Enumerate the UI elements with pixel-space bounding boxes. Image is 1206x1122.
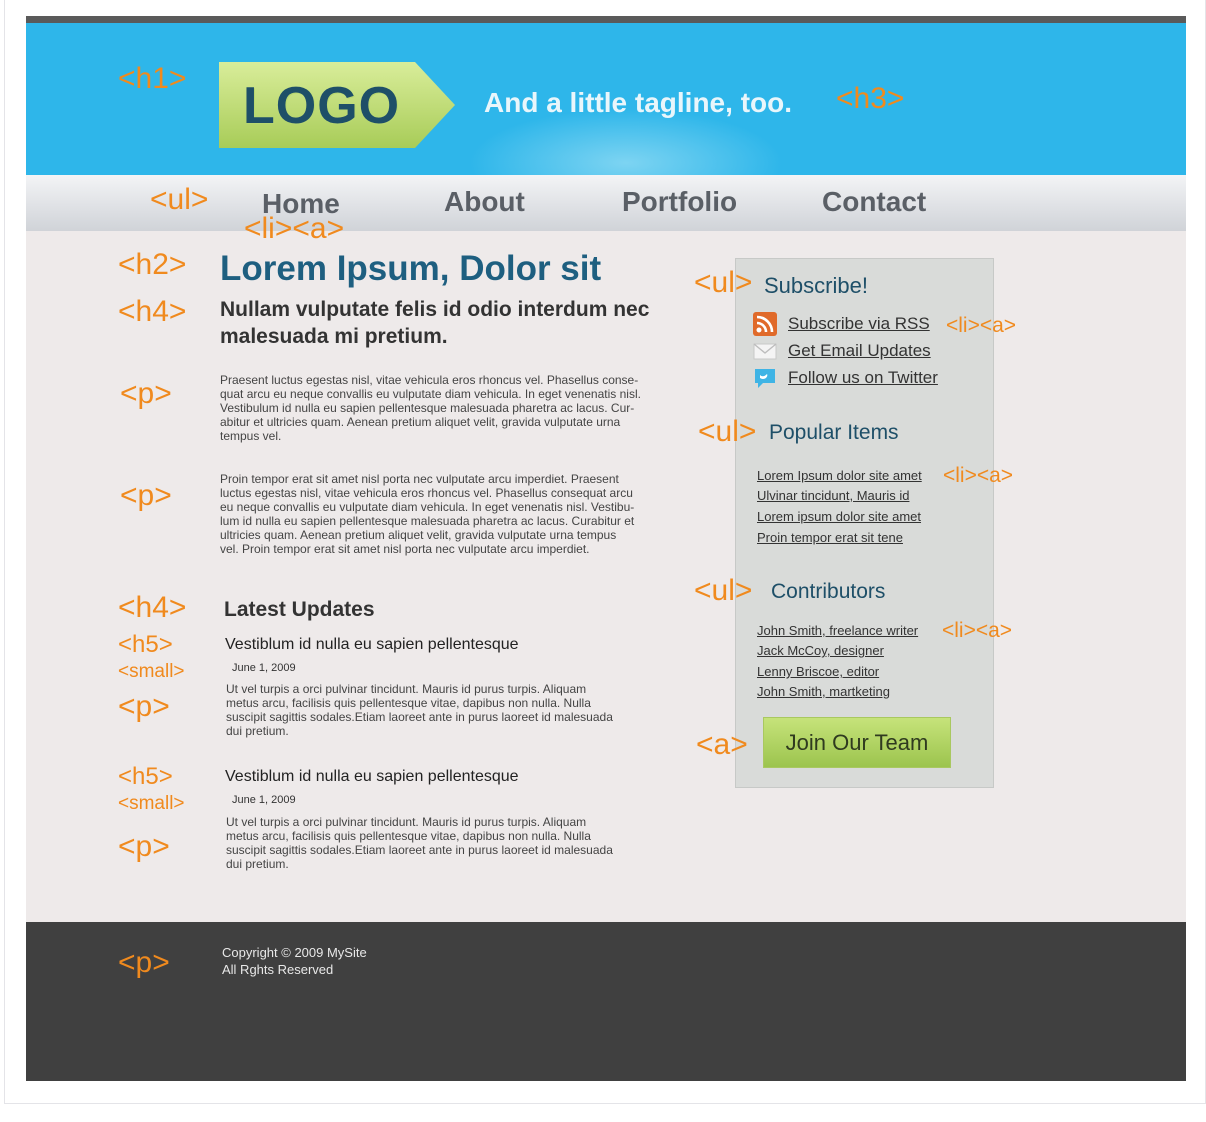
copyright-text: Copyright © 2009 MySite All Rghts Reserv…	[222, 944, 367, 978]
paragraph-line: vel. Proin tempor erat sit amet nisl por…	[220, 542, 590, 556]
paragraph-line: ultricies quam. Aenean pretium aliquet v…	[220, 528, 617, 542]
annotation-li-a: <li><a>	[943, 464, 1014, 487]
sidebar-item-twitter[interactable]: Follow us on Twitter	[753, 366, 938, 390]
paragraph-line: quat arcu eu neque convallis eu vulputat…	[220, 387, 641, 401]
post-body: Ut vel turpis a orci pulvinar tincidunt.…	[226, 815, 696, 871]
contributor-link[interactable]: John Smith, freelance writer	[757, 623, 918, 638]
email-updates-link[interactable]: Get Email Updates	[788, 341, 931, 361]
paragraph-line: Praesent luctus egestas nisl, vitae vehi…	[220, 373, 639, 387]
rss-icon	[753, 312, 777, 336]
popular-item-link[interactable]: Lorem Ipsum dolor site amet	[757, 468, 922, 483]
paragraph-line: luctus egestas nisl, vitae vehicula eros…	[220, 486, 633, 500]
subscribe-heading: Subscribe!	[764, 273, 868, 298]
annotation-h2: <h2>	[118, 248, 187, 281]
main-nav: <ul> Home About Portfolio Contact	[26, 175, 1186, 231]
page-title: Lorem Ipsum, Dolor sit	[220, 249, 602, 288]
twitter-link[interactable]: Follow us on Twitter	[788, 368, 938, 388]
post-title: Vestiblum id nulla eu sapien pellentesqu…	[225, 768, 519, 785]
top-bar	[26, 16, 1186, 23]
paragraph-line: Proin tempor erat sit amet nisl porta ne…	[220, 472, 619, 486]
annotation-ul: <ul>	[698, 415, 757, 448]
copyright-line: Copyright © 2009 MySite	[222, 945, 367, 960]
contributors-heading: Contributors	[771, 580, 886, 603]
annotation-p: <p>	[120, 479, 172, 512]
logo-text: LOGO	[243, 77, 401, 135]
contributor-link[interactable]: Lenny Briscoe, editor	[757, 664, 879, 679]
paragraph-line: tempus vel.	[220, 429, 282, 443]
annotation-li-a: <li><a>	[946, 314, 1017, 337]
annotation-small: <small>	[118, 793, 185, 814]
paragraph-line: suscipit sagittis sodales.Etiam laoreet …	[226, 843, 613, 857]
annotation-p: <p>	[118, 946, 170, 979]
annotation-p: <p>	[118, 690, 170, 723]
annotation-h4: <h4>	[118, 295, 187, 328]
email-icon	[753, 343, 777, 360]
annotation-h4: <h4>	[118, 591, 187, 624]
post-date: June 1, 2009	[232, 794, 296, 806]
post-date: June 1, 2009	[232, 662, 296, 674]
annotation-h1: <h1>	[118, 62, 187, 95]
annotation-h5: <h5>	[118, 763, 173, 790]
nav-item-contact[interactable]: Contact	[822, 186, 926, 218]
popular-item-link[interactable]: Ulvinar tincidunt, Mauris id	[757, 488, 909, 503]
annotation-p: <p>	[118, 830, 170, 863]
paragraph-line: metus arcu, facilisis quis pellentesque …	[226, 696, 591, 710]
nav-item-portfolio[interactable]: Portfolio	[622, 186, 737, 218]
annotation-ul: <ul>	[694, 266, 753, 299]
paragraph-line: metus arcu, facilisis quis pellentesque …	[226, 829, 591, 843]
annotation-li-a: <li><a>	[942, 619, 1013, 642]
intro-paragraph-2: Proin tempor erat sit amet nisl porta ne…	[220, 472, 720, 556]
tagline: And a little tagline, too.	[484, 87, 792, 118]
nav-item-about[interactable]: About	[444, 186, 525, 218]
sidebar-item-rss[interactable]: Subscribe via RSS	[753, 312, 930, 336]
annotation-li-a: <li><a>	[244, 212, 345, 245]
wireframe-mockup: <h1> LOGO And a little tagline, too. <h3…	[26, 16, 1186, 1081]
intro-paragraph-1: Praesent luctus egestas nisl, vitae vehi…	[220, 373, 720, 443]
paragraph-line: lum id nulla eu sapien pellentesque male…	[220, 514, 635, 528]
annotation-ul: <ul>	[694, 574, 753, 607]
paragraph-line: Vestibulum id nulla eu sapien pellentesq…	[220, 401, 635, 415]
page-subtitle: Nullam vulputate felis id odio interdum …	[220, 298, 650, 348]
contributor-link[interactable]: John Smith, martketing	[757, 684, 890, 699]
paragraph-line: abitur et ultricies quam. Aenean pretium…	[220, 415, 621, 429]
post-body: Ut vel turpis a orci pulvinar tincidunt.…	[226, 682, 696, 738]
annotation-small: <small>	[118, 661, 185, 682]
latest-updates-heading: Latest Updates	[224, 598, 375, 621]
popular-item-link[interactable]: Lorem ipsum dolor site amet	[757, 509, 921, 524]
annotation-h5: <h5>	[118, 631, 173, 658]
site-footer: <p> Copyright © 2009 MySite All Rghts Re…	[26, 922, 1186, 1081]
popular-item-link[interactable]: Proin tempor erat sit tene	[757, 530, 903, 545]
rights-line: All Rghts Reserved	[222, 962, 334, 977]
popular-items-heading: Popular Items	[769, 421, 899, 444]
annotation-ul: <ul>	[150, 183, 209, 216]
paragraph-line: dui pretium.	[226, 857, 289, 871]
site-header: <h1> LOGO And a little tagline, too. <h3…	[26, 23, 1186, 175]
paragraph-line: eu neque convallis eu vulputate diam veh…	[220, 500, 635, 514]
annotation-h3: <h3>	[836, 82, 905, 115]
post-title: Vestiblum id nulla eu sapien pellentesqu…	[225, 636, 519, 653]
subscribe-rss-link[interactable]: Subscribe via RSS	[788, 314, 930, 334]
paragraph-line: dui pretium.	[226, 724, 289, 738]
paragraph-line: Ut vel turpis a orci pulvinar tincidunt.…	[226, 815, 587, 829]
contributor-link[interactable]: Jack McCoy, designer	[757, 643, 884, 658]
paragraph-line: Ut vel turpis a orci pulvinar tincidunt.…	[226, 682, 587, 696]
twitter-icon	[755, 369, 775, 388]
annotation-p: <p>	[120, 377, 172, 410]
sidebar-item-email[interactable]: Get Email Updates	[753, 339, 931, 363]
logo[interactable]: LOGO	[219, 62, 455, 148]
annotation-a: <a>	[696, 728, 748, 761]
paragraph-line: suscipit sagittis sodales.Etiam laoreet …	[226, 710, 613, 724]
join-our-team-button[interactable]: Join Our Team	[763, 717, 951, 768]
